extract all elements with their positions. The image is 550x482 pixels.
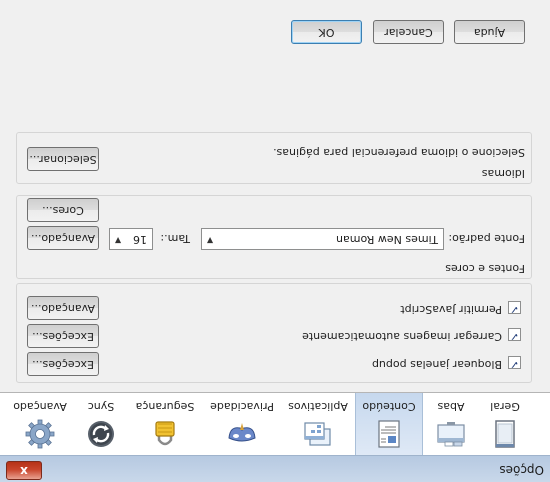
chevron-down-icon: ▼ xyxy=(115,236,122,245)
images-checkbox[interactable]: ✓ xyxy=(508,328,521,343)
javascript-checkbox[interactable]: ✓ xyxy=(508,301,521,316)
content-group: ✓ Bloquear janelas popup Exceções... ✓ C… xyxy=(16,283,532,383)
document-icon xyxy=(378,420,400,448)
fonts-group-label: Fontes e cores xyxy=(445,262,525,275)
gear-icon xyxy=(25,419,55,449)
tab-label: Conteúdo xyxy=(362,400,416,413)
check-icon: ✓ xyxy=(509,358,519,371)
default-font-label: Fonte padrão: xyxy=(448,232,525,245)
fonts-colors-group: Fontes e cores Fonte padrão: Times New R… xyxy=(16,195,532,279)
languages-group: Idiomas Selecione o idioma preferencial … xyxy=(16,132,532,184)
languages-description: Selecione o idioma preferencial para pág… xyxy=(273,146,525,159)
tab-seguranca[interactable]: Segurança xyxy=(132,393,198,455)
tab-abas[interactable]: Abas xyxy=(418,393,484,455)
close-icon: x xyxy=(20,464,28,478)
tab-label: Avançado xyxy=(13,400,67,413)
padlock-icon xyxy=(155,421,175,446)
chevron-down-icon: ▼ xyxy=(207,236,214,245)
tab-label: Aplicativos xyxy=(288,400,348,413)
sync-icon xyxy=(88,421,114,447)
check-icon: ✓ xyxy=(509,303,519,316)
popup-exceptions-button[interactable]: Exceções... xyxy=(27,352,99,376)
tab-sync[interactable]: Sync xyxy=(68,393,134,455)
tab-label: Sync xyxy=(87,400,115,413)
popup-label: Bloquear janelas popup xyxy=(371,358,502,371)
default-font-value: Times New Roman xyxy=(336,233,438,246)
help-button[interactable]: Ajuda xyxy=(454,20,525,44)
images-exceptions-button[interactable]: Exceções... xyxy=(27,324,99,348)
tab-conteudo[interactable]: Conteúdo xyxy=(355,393,423,455)
applications-icon xyxy=(304,422,331,446)
font-size-value: 16 xyxy=(133,233,147,246)
size-label: Tam.: xyxy=(160,232,190,245)
colors-button[interactable]: Cores... xyxy=(27,198,99,222)
font-size-select[interactable]: 16 ▼ xyxy=(109,228,153,250)
tab-label: Privacidade xyxy=(210,400,274,413)
mask-icon xyxy=(228,423,256,442)
javascript-advanced-button[interactable]: Avançado... xyxy=(27,296,99,320)
images-label: Carregar imagens automaticamente xyxy=(302,330,502,343)
languages-group-label: Idiomas xyxy=(481,167,525,180)
tabs-icon xyxy=(437,422,465,447)
options-window: Opções x Geral Abas Conteúdo Aplicativos… xyxy=(0,0,550,482)
options-toolbar: Geral Abas Conteúdo Aplicativos Privacid… xyxy=(0,392,550,455)
popup-checkbox[interactable]: ✓ xyxy=(508,356,521,371)
fonts-advanced-button[interactable]: Avançado... xyxy=(27,226,99,250)
cancel-button[interactable]: Cancelar xyxy=(373,20,444,44)
choose-language-button[interactable]: Selecionar... xyxy=(27,147,99,171)
tab-avancado[interactable]: Avançado xyxy=(7,393,73,455)
tab-aplicativos[interactable]: Aplicativos xyxy=(285,393,351,455)
tab-label: Abas xyxy=(437,400,465,413)
default-font-select[interactable]: Times New Roman ▼ xyxy=(201,228,444,250)
close-button[interactable]: x xyxy=(6,461,42,480)
javascript-label: Permitir JavaScript xyxy=(400,303,502,316)
window-title: Opções xyxy=(499,463,544,477)
check-icon: ✓ xyxy=(509,330,519,343)
tab-privacidade[interactable]: Privacidade xyxy=(209,393,275,455)
title-bar[interactable]: Opções x xyxy=(0,455,550,482)
window-icon xyxy=(495,420,515,448)
ok-button[interactable]: OK xyxy=(291,20,362,44)
tab-label: Segurança xyxy=(135,400,195,413)
